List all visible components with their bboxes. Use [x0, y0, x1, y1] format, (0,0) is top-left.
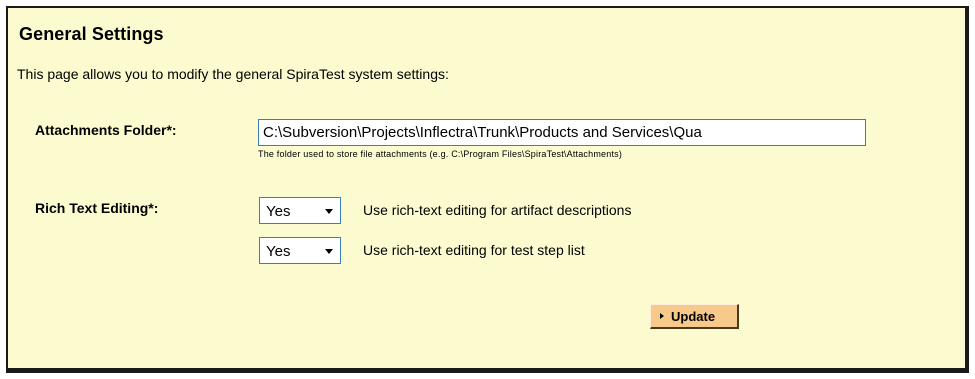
general-settings-panel: General Settings This page allows you to… [6, 6, 969, 373]
rich-text-artifact-selected-value: Yes [266, 203, 291, 220]
rich-text-artifact-description: Use rich-text editing for artifact descr… [363, 202, 632, 218]
update-button[interactable]: Update [650, 304, 739, 329]
attachments-folder-input[interactable] [258, 119, 866, 146]
page-description: This page allows you to modify the gener… [17, 66, 449, 82]
arrow-right-icon [660, 313, 664, 319]
rich-text-artifact-select[interactable]: Yes [259, 197, 341, 224]
rich-text-test-step-description: Use rich-text editing for test step list [363, 242, 585, 258]
update-button-label: Update [671, 309, 716, 324]
chevron-down-icon [325, 249, 333, 254]
rich-text-editing-label: Rich Text Editing*: [35, 200, 159, 216]
attachments-folder-hint: The folder used to store file attachment… [258, 149, 623, 159]
page-title: General Settings [19, 24, 164, 44]
rich-text-test-step-select[interactable]: Yes [259, 237, 341, 264]
rich-text-test-step-selected-value: Yes [266, 243, 291, 260]
chevron-down-icon [325, 209, 333, 214]
attachments-folder-label: Attachments Folder*: [35, 122, 177, 138]
